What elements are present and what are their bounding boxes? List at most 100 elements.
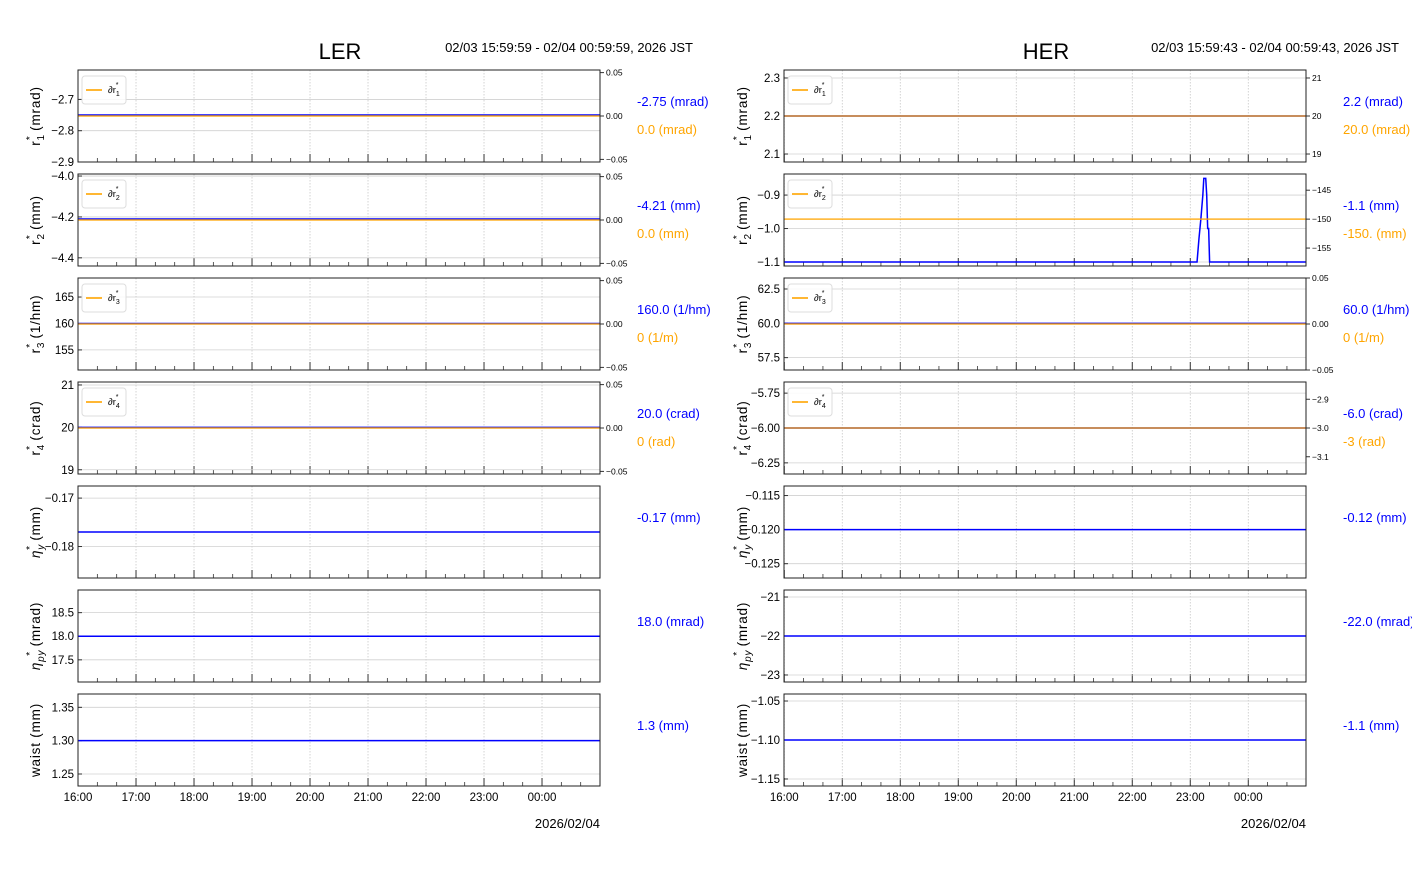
y-axis-label: waist (mm) xyxy=(28,703,43,778)
current-value-label: -4.21 (mm) xyxy=(637,198,701,213)
current-value-label: -6.0 (crad) xyxy=(1343,406,1403,421)
legend-subscript: 4 xyxy=(822,403,826,410)
legend-symbol: ∂r xyxy=(108,293,116,304)
legend-symbol: ∂r xyxy=(814,85,822,96)
legend-symbol: ∂r xyxy=(814,397,822,408)
current-value-label: 18.0 (mrad) xyxy=(637,614,704,629)
right-y-tick-label: −0.05 xyxy=(606,258,628,268)
y-tick-label: −0.115 xyxy=(745,491,780,503)
y-tick-label: 2.1 xyxy=(764,149,780,161)
right-y-tick-label: 21 xyxy=(1312,73,1322,83)
legend: ∂r1 * xyxy=(787,75,833,105)
y-tick-label: 1.35 xyxy=(52,702,74,714)
legend: ∂r1 * xyxy=(81,75,127,105)
legend-subscript: 3 xyxy=(822,299,826,306)
y-axis-label: r1* (mrad) xyxy=(732,86,754,146)
y-label-unit: (mm) xyxy=(735,703,750,738)
y-label-symbol: waist xyxy=(735,742,750,778)
right-y-tick-label: −3.1 xyxy=(1312,452,1329,462)
offset-value-label: 0.0 (mrad) xyxy=(637,122,697,137)
y-tick-label: −0.18 xyxy=(45,542,74,554)
panel: −2.7 −2.8 −2.9 0.05 0.00 −0.05 ∂r1 * r1* (mrad) -… xyxy=(25,68,709,169)
x-tick-label: 23:00 xyxy=(470,792,499,804)
y-tick-label: −0.17 xyxy=(45,493,74,505)
y-axis-label: r2* (mm) xyxy=(732,195,754,245)
y-tick-label: 21 xyxy=(61,380,74,392)
y-tick-label: −0.125 xyxy=(745,559,781,571)
y-tick-label: −4.4 xyxy=(51,253,74,265)
axes-frame xyxy=(783,173,1307,267)
x-tick-label: 19:00 xyxy=(238,792,267,804)
right-y-tick-label: −150 xyxy=(1312,214,1331,224)
legend-symbol: ∂r xyxy=(108,397,116,408)
y-tick-label: −1.1 xyxy=(757,257,780,269)
y-tick-label: 1.30 xyxy=(52,736,74,748)
panel: 62.5 60.0 57.5 0.05 0.00 −0.05 ∂r3 * r3* (1/hm) 6… xyxy=(732,273,1409,375)
y-label-symbol: η xyxy=(28,662,43,670)
current-value-label: -22.0 (mrad) xyxy=(1343,614,1412,629)
legend-subscript: 3 xyxy=(116,299,120,306)
right-y-tick-label: −155 xyxy=(1312,243,1331,253)
main-series-line xyxy=(784,177,1306,263)
y-label-unit: (1/hm) xyxy=(735,295,750,339)
panel: 18.5 18.0 17.5 ηpy* (mrad) 18.0 (mrad) xyxy=(25,589,704,683)
x-tick-label: 16:00 xyxy=(770,792,799,804)
legend-symbol: ∂r xyxy=(108,189,116,200)
y-tick-label: 20 xyxy=(61,422,74,434)
y-label-symbol: η xyxy=(735,550,750,558)
y-label-unit: (mm) xyxy=(735,506,750,541)
x-tick-label: 20:00 xyxy=(1002,792,1031,804)
time-range: 02/03 15:59:59 - 02/04 00:59:59, 2026 JS… xyxy=(445,40,693,55)
right-y-tick-label: 19 xyxy=(1312,149,1322,159)
x-tick-label: 17:00 xyxy=(122,792,151,804)
y-tick-label: 1.25 xyxy=(52,769,74,781)
panel: 2.3 2.2 2.1 21 20 19 ∂r1 * r1* (mrad) 2.2 (mrad) 2… xyxy=(732,69,1410,163)
legend: ∂r3 * xyxy=(81,283,127,313)
legend-star: * xyxy=(116,290,119,297)
panel: −5.75−6.00−6.25−2.9−3.0−3.1∂r4*r4* (crad… xyxy=(732,381,1403,475)
y-label-symbol: η xyxy=(28,550,43,558)
y-axis-label: ηy* (mm) xyxy=(25,506,47,558)
panel: −4.0 −4.2 −4.4 0.05 0.00 −0.05 ∂r2 * r2* (mm) -4.… xyxy=(25,171,701,268)
y-tick-label: 18.5 xyxy=(52,608,74,620)
right-y-tick-label: 0.05 xyxy=(606,276,623,286)
x-tick-label: 18:00 xyxy=(886,792,915,804)
y-tick-label: −1.0 xyxy=(757,224,780,236)
panel: 16:00 17:00 18:00 19:00 20:00 21:00 22:00 23:00… xyxy=(28,693,689,804)
right-y-tick-label: 0.05 xyxy=(606,68,623,78)
legend-subscript: 1 xyxy=(822,91,826,98)
date-label: 2026/02/04 xyxy=(1241,816,1306,831)
offset-value-label: 0 (1/m) xyxy=(1343,330,1384,345)
right-y-tick-label: 0.00 xyxy=(606,319,623,329)
y-tick-label: −2.8 xyxy=(51,126,74,138)
right-y-tick-label: −0.05 xyxy=(606,362,628,372)
current-value-label: 1.3 (mm) xyxy=(637,718,689,733)
y-axis-label: r4* (crad) xyxy=(25,401,47,456)
x-tick-label: 19:00 xyxy=(944,792,973,804)
y-tick-label: 18.0 xyxy=(52,631,74,643)
y-tick-label: 155 xyxy=(55,345,74,357)
y-axis-label: r1* (mrad) xyxy=(25,86,47,146)
y-tick-label: 57.5 xyxy=(758,353,780,365)
right-y-tick-label: −2.9 xyxy=(1312,394,1329,404)
right-y-tick-label: −145 xyxy=(1312,185,1331,195)
offset-value-label: 20.0 (mrad) xyxy=(1343,122,1410,137)
current-value-label: -2.75 (mrad) xyxy=(637,94,709,109)
legend-subscript: 4 xyxy=(116,403,120,410)
legend-symbol: ∂r xyxy=(108,85,116,96)
y-tick-label: 2.2 xyxy=(764,111,780,123)
legend-star: * xyxy=(116,186,119,193)
panel: 16:00 17:00 18:00 19:00 20:00 21:00 22:00 23:00… xyxy=(735,693,1399,804)
y-tick-label: 2.3 xyxy=(764,73,780,85)
y-tick-label: −23 xyxy=(760,670,780,682)
y-tick-label: −6.00 xyxy=(751,423,780,435)
x-tick-label: 22:00 xyxy=(412,792,441,804)
x-tick-label: 22:00 xyxy=(1118,792,1147,804)
right-y-tick-label: 0.00 xyxy=(606,423,623,433)
panel: −0.9 −1.0 −1.1 −145 −150 −155 ∂r2 * r2* (mm) -1.1… xyxy=(732,173,1407,269)
panel: −21 −22 −23 ηpy* (mrad) -22.0 (mrad) xyxy=(732,589,1412,683)
y-label-unit: (crad) xyxy=(735,401,750,441)
x-tick-label: 23:00 xyxy=(1176,792,1205,804)
y-tick-label: −4.0 xyxy=(51,171,74,183)
legend-star: * xyxy=(116,82,119,89)
